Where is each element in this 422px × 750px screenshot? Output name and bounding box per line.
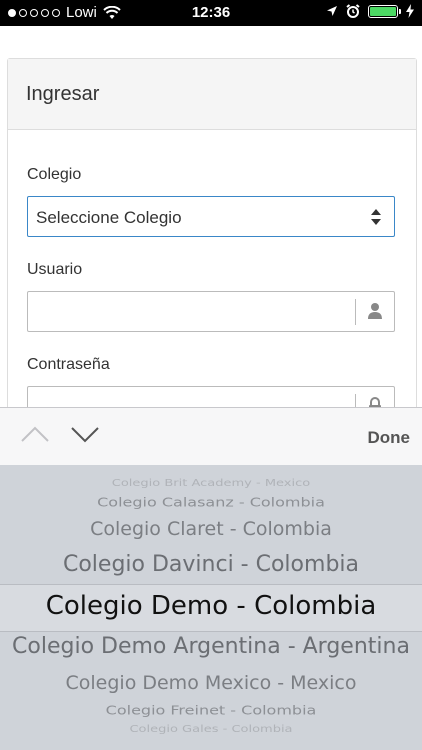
colegio-select[interactable]: Seleccione Colegio <box>27 196 395 237</box>
charging-bolt-icon <box>406 4 414 18</box>
picker-option[interactable]: Colegio Demo Mexico - Mexico <box>0 672 422 694</box>
battery-icon <box>368 4 401 18</box>
user-icon <box>368 303 382 319</box>
select-arrows-icon <box>371 209 381 225</box>
usuario-input[interactable] <box>27 291 395 332</box>
picker-option[interactable]: Colegio Gales - Colombia <box>0 724 422 735</box>
keyboard-accessory-bar: Done <box>0 407 422 466</box>
panel-title: Ingresar <box>26 83 100 105</box>
colegio-label: Colegio <box>27 166 82 183</box>
picker-option[interactable]: Colegio Calasanz - Colombia <box>0 495 422 509</box>
picker-option[interactable]: Colegio Demo - Colombia <box>0 591 422 621</box>
status-bar: Lowi 12:36 <box>0 0 422 26</box>
picker-option[interactable]: Colegio Brit Academy - Mexico <box>0 478 422 489</box>
usuario-label: Usuario <box>27 261 83 278</box>
picker-option[interactable]: Colegio Demo Argentina - Argentina <box>0 634 422 659</box>
battery-level <box>370 6 396 16</box>
status-icons <box>326 4 414 18</box>
next-field-chevron-down-icon[interactable] <box>70 425 100 443</box>
colegio-select-value: Seleccione Colegio <box>36 208 182 227</box>
done-button[interactable]: Done <box>368 428 411 448</box>
password-label: Contraseña <box>27 356 110 373</box>
alarm-icon <box>346 4 360 18</box>
previous-field-chevron-up-icon[interactable] <box>20 425 50 443</box>
colegio-picker-wheel[interactable]: Colegio Brit Academy - Mexico Colegio Cal… <box>0 465 422 750</box>
usuario-addon <box>355 299 394 325</box>
picker-option[interactable]: Colegio Freinet - Colombia <box>0 703 422 717</box>
picker-option[interactable]: Colegio Claret - Colombia <box>0 518 422 540</box>
panel-heading: Ingresar <box>8 59 416 130</box>
picker-option[interactable]: Colegio Davinci - Colombia <box>0 552 422 577</box>
location-arrow-icon <box>327 6 337 16</box>
